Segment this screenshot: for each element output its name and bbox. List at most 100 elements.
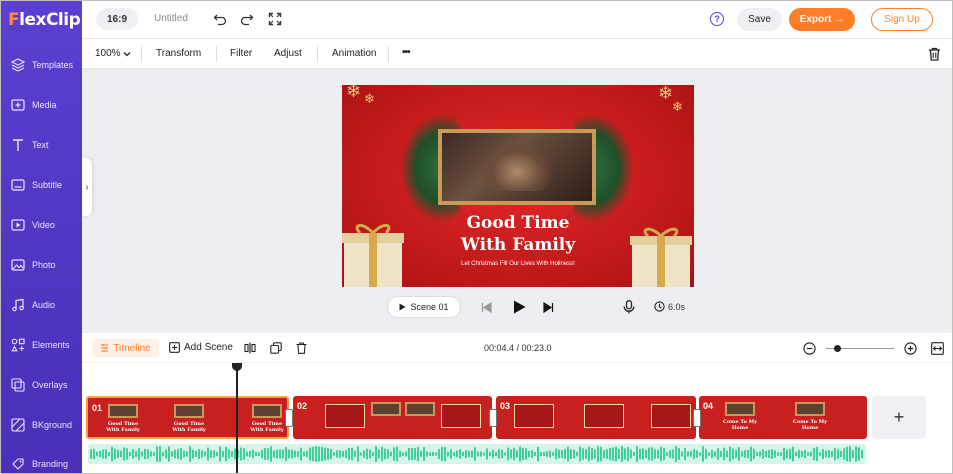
waveform-bar <box>801 451 803 457</box>
add-scene-button[interactable]: Add Scene <box>169 342 233 353</box>
export-button[interactable]: Export → <box>789 8 855 31</box>
sidebar-item-overlays[interactable]: Overlays <box>1 365 82 405</box>
sidebar-item-photo[interactable]: Photo <box>1 245 82 285</box>
clip-thumbnail <box>371 402 401 416</box>
sidebar-item-subtitle[interactable]: Subtitle <box>1 165 82 205</box>
sidebar-item-elements[interactable]: Elements <box>1 325 82 365</box>
zoom-in-icon[interactable] <box>904 342 917 355</box>
elements-icon <box>11 338 25 352</box>
sidebar-item-text[interactable]: Text <box>1 125 82 165</box>
waveform-bar <box>171 451 173 457</box>
trash-icon[interactable] <box>928 47 941 61</box>
save-button[interactable]: Save <box>737 8 782 31</box>
undo-icon[interactable] <box>213 12 227 26</box>
aspect-ratio-button[interactable]: 16:9 <box>96 8 138 30</box>
zoom-value: 100% <box>95 48 121 59</box>
waveform-bar <box>651 447 653 461</box>
family-photo[interactable] <box>438 129 596 205</box>
tab-timeline[interactable]: Timeline <box>92 339 159 357</box>
waveform-bar <box>681 451 683 457</box>
waveform-bar <box>429 452 431 456</box>
fit-timeline-icon[interactable] <box>931 342 944 355</box>
waveform-bar <box>249 451 251 457</box>
microphone-icon[interactable] <box>623 300 635 314</box>
filter-button[interactable]: Filter <box>230 48 252 59</box>
adjust-button[interactable]: Adjust <box>274 48 302 59</box>
clip-thumbnail <box>405 402 435 416</box>
waveform-bar <box>534 451 536 457</box>
waveform-bar <box>852 450 854 458</box>
duplicate-icon[interactable] <box>270 342 282 354</box>
waveform-bar <box>273 450 275 458</box>
transition-handle[interactable] <box>489 409 497 427</box>
play-icon[interactable] <box>513 300 526 314</box>
waveform-bar <box>231 450 233 458</box>
scene-duration[interactable]: 6.0s <box>654 301 685 312</box>
waveform-bar <box>435 452 437 456</box>
animation-button[interactable]: Animation <box>332 48 376 59</box>
waveform-bar <box>477 451 479 457</box>
sidebar-item-label: Subtitle <box>32 180 63 190</box>
sidebar-item-media[interactable]: Media <box>1 85 82 125</box>
split-icon[interactable] <box>244 342 256 354</box>
waveform-bar <box>159 446 161 462</box>
clock-icon <box>654 301 665 312</box>
transition-handle[interactable] <box>285 409 293 427</box>
redo-icon[interactable] <box>240 12 254 26</box>
waveform-bar <box>723 447 725 461</box>
sign-up-button[interactable]: Sign Up <box>871 8 933 31</box>
flexclip-logo[interactable]: FlexClip <box>8 10 81 30</box>
trash-icon[interactable] <box>296 342 307 354</box>
chevron-down-icon <box>123 51 131 56</box>
zoom-select[interactable]: 100% <box>95 48 131 59</box>
fullscreen-icon[interactable] <box>268 12 282 26</box>
playhead[interactable] <box>232 363 242 473</box>
waveform-bar <box>645 449 647 459</box>
waveform-bar <box>828 450 830 458</box>
waveform-bar <box>300 447 302 461</box>
waveform-bar <box>786 449 788 459</box>
waveform-bar <box>654 449 656 459</box>
sidebar-item-templates[interactable]: Templates <box>1 45 82 85</box>
timeline-clip[interactable]: 01 Good Time With Family Good Time With … <box>86 396 289 439</box>
waveform-bar <box>693 449 695 459</box>
sidebar-item-bkground[interactable]: BKground <box>1 405 82 445</box>
waveform-bar <box>672 449 674 459</box>
sidebar-item-audio[interactable]: Audio <box>1 285 82 325</box>
scene-selector[interactable]: Scene 01 <box>387 296 461 318</box>
waveform-bar <box>492 449 494 459</box>
project-title[interactable]: Untitled <box>154 13 188 24</box>
transition-handle[interactable] <box>693 409 701 427</box>
waveform-bar <box>294 450 296 458</box>
more-options-icon[interactable]: ••• <box>402 47 410 58</box>
video-canvas[interactable]: ❄ ❄ ❄ ❄ Good Time With Family Let Christ… <box>342 85 694 287</box>
waveform-bar <box>522 447 524 461</box>
zoom-slider-thumb[interactable] <box>834 345 841 352</box>
transform-button[interactable]: Transform <box>156 48 201 59</box>
waveform-bar <box>837 449 839 459</box>
skip-back-icon[interactable] <box>481 302 492 313</box>
sidebar-collapse-handle[interactable]: › <box>82 158 92 216</box>
waveform-bar <box>711 449 713 459</box>
sidebar-item-video[interactable]: Video <box>1 205 82 245</box>
audio-track[interactable] <box>88 444 866 464</box>
help-icon[interactable]: ? <box>710 12 724 26</box>
zoom-out-icon[interactable] <box>803 342 816 355</box>
waveform-bar <box>282 449 284 459</box>
skip-forward-icon[interactable] <box>543 302 554 313</box>
waveform-bar <box>183 450 185 458</box>
sidebar: FlexClip Templates Media Text Subtitle V… <box>1 1 82 473</box>
waveform-bar <box>504 452 506 456</box>
timeline-time: 00:04.4 / 00:23.0 <box>484 343 552 353</box>
waveform-bar <box>777 452 779 456</box>
timeline-clip[interactable]: 03 <box>496 396 696 439</box>
timeline-clip[interactable]: 04 Come To My Home Come To My Home <box>699 396 867 439</box>
waveform-bar <box>687 451 689 457</box>
waveform-bar <box>567 446 569 462</box>
waveform-bar <box>261 449 263 459</box>
sidebar-item-branding[interactable]: Branding <box>1 444 82 473</box>
waveform-bar <box>102 449 104 459</box>
add-clip-button[interactable]: + <box>872 396 926 439</box>
timeline-clip[interactable]: 02 <box>293 396 492 439</box>
waveform-bar <box>483 452 485 456</box>
